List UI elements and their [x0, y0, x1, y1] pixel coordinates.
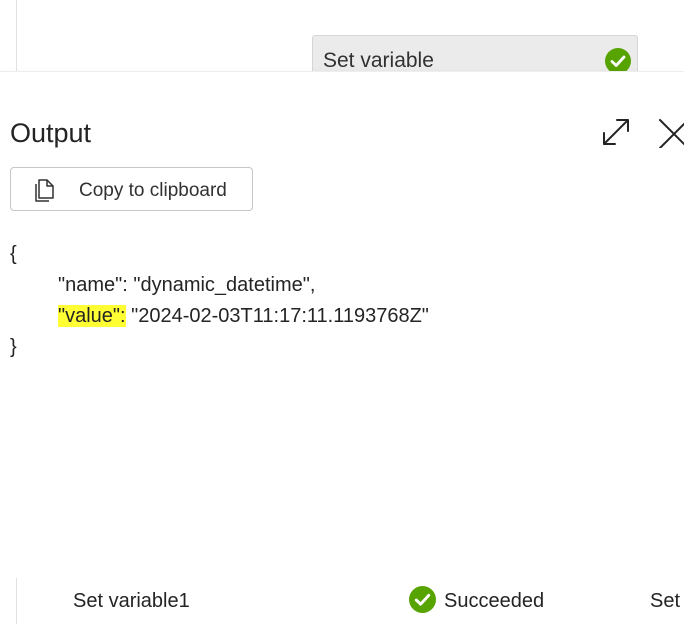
json-name-line: "name": "dynamic_datetime", — [10, 270, 429, 301]
checkmark-circle-icon — [409, 586, 436, 613]
activity-label: Set variable — [323, 49, 434, 72]
panel-title: Output — [10, 118, 92, 148]
table-row[interactable]: Set variable1 Succeeded Set — [0, 578, 684, 624]
checkmark-circle-icon — [605, 48, 631, 74]
json-name-key: "name": — [58, 274, 128, 296]
json-close-brace: } — [10, 336, 17, 358]
json-name-value: "dynamic_datetime", — [133, 274, 316, 296]
set-variable-activity-card[interactable]: Set variable — [312, 35, 638, 75]
activity-type: Set — [650, 590, 681, 612]
status-text: Succeeded — [444, 590, 545, 612]
output-panel: Output Copy to clipboard { "name": "dyna… — [0, 72, 684, 578]
json-value-value: "2024-02-03T11:17:11.1193768Z" — [131, 305, 429, 327]
json-output: { "name": "dynamic_datetime", "value": "… — [10, 239, 429, 363]
json-value-line: "value": "2024-02-03T11:17:11.1193768Z" — [10, 301, 429, 332]
copy-to-clipboard-button[interactable]: Copy to clipboard — [10, 167, 253, 211]
expand-icon[interactable] — [600, 116, 632, 148]
pipeline-canvas: Set variable — [0, 0, 684, 75]
divider — [16, 0, 17, 72]
copy-button-label: Copy to clipboard — [79, 180, 227, 201]
copy-icon — [35, 179, 54, 202]
json-open-brace: { — [10, 243, 17, 265]
divider — [16, 578, 17, 624]
close-icon[interactable] — [656, 116, 684, 148]
activity-name[interactable]: Set variable1 — [73, 590, 190, 613]
json-value-key: "value": — [58, 305, 126, 327]
